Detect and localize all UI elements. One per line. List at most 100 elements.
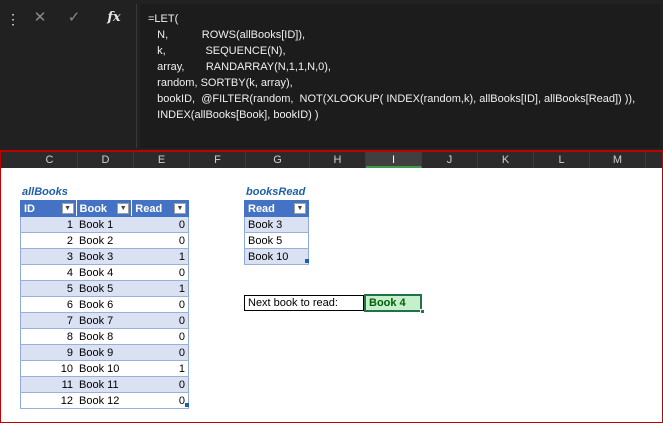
- column-header-g[interactable]: G: [246, 152, 310, 168]
- more-options-icon[interactable]: ⋮: [6, 12, 20, 26]
- cell-read[interactable]: 1: [131, 248, 189, 265]
- cell-id[interactable]: 5: [20, 280, 77, 297]
- cell-id[interactable]: 7: [20, 312, 77, 329]
- cell-id[interactable]: 11: [20, 376, 77, 393]
- column-header-j[interactable]: J: [422, 152, 478, 168]
- column-header-m[interactable]: M: [590, 152, 646, 168]
- column-header-i[interactable]: I: [366, 152, 422, 168]
- cell-book[interactable]: Book 7: [76, 312, 132, 329]
- cell-id[interactable]: 4: [20, 264, 77, 281]
- allbooks-header-book[interactable]: Book ▼: [75, 200, 133, 217]
- column-header-f[interactable]: F: [190, 152, 246, 168]
- fill-handle[interactable]: [420, 309, 425, 314]
- insert-function-icon[interactable]: fx: [104, 8, 124, 28]
- cell-book[interactable]: Book 11: [76, 376, 132, 393]
- filter-dropdown-icon[interactable]: ▼: [61, 203, 74, 214]
- cell-book[interactable]: Book 8: [76, 328, 132, 345]
- table-row: Book 3: [244, 216, 309, 233]
- column-header-e[interactable]: E: [134, 152, 190, 168]
- cancel-icon[interactable]: ✕: [30, 8, 50, 28]
- allbooks-header-id[interactable]: ID ▼: [20, 200, 77, 217]
- cell-read[interactable]: 1: [131, 280, 189, 297]
- column-header-d[interactable]: D: [78, 152, 134, 168]
- table-row: 12 Book 12 0: [20, 392, 189, 409]
- next-book-label[interactable]: Next book to read:: [244, 295, 364, 311]
- allbooks-table: ID ▼ Book ▼ Read ▼ 1 Book 1 0 2 Book 2 0…: [20, 200, 189, 409]
- formula-line: array, RANDARRAY(N,1,1,N,0),: [148, 61, 331, 73]
- cell-book[interactable]: Book 9: [76, 344, 132, 361]
- formula-line: =LET(: [148, 13, 179, 25]
- cell-read[interactable]: 0: [131, 392, 189, 409]
- allbooks-table-title: allBooks: [22, 186, 68, 198]
- cell-read[interactable]: 0: [131, 328, 189, 345]
- cell-book[interactable]: Book 10: [76, 360, 132, 377]
- table-row: 8 Book 8 0: [20, 328, 189, 345]
- booksread-header-read[interactable]: Read ▼: [244, 200, 309, 217]
- cell-read[interactable]: 0: [131, 344, 189, 361]
- cell-read[interactable]: 0: [131, 232, 189, 249]
- cell-book[interactable]: Book 1: [76, 216, 132, 233]
- cell-book[interactable]: Book 4: [76, 264, 132, 281]
- cell-read-book[interactable]: Book 10: [244, 248, 309, 265]
- cell-read[interactable]: 0: [131, 264, 189, 281]
- filter-dropdown-icon[interactable]: ▼: [174, 203, 186, 214]
- formula-input[interactable]: =LET( N, ROWS(allBooks[ID]), k, SEQUENCE…: [140, 4, 660, 148]
- formula-line: INDEX(allBooks[Book], bookID) ): [148, 109, 319, 121]
- booksread-table: Read ▼ Book 3 Book 5 Book 10: [244, 200, 309, 265]
- enter-icon[interactable]: ✓: [64, 8, 84, 28]
- table-row: 5 Book 5 1: [20, 280, 189, 297]
- formula-line: bookID, @FILTER(random, NOT(XLOOKUP( IND…: [148, 93, 636, 105]
- cell-id[interactable]: 10: [20, 360, 77, 377]
- cell-read[interactable]: 0: [131, 296, 189, 313]
- cell-read[interactable]: 0: [131, 216, 189, 233]
- header-label: Book: [79, 202, 108, 215]
- cell-book[interactable]: Book 5: [76, 280, 132, 297]
- cell-id[interactable]: 3: [20, 248, 77, 265]
- table-resize-handle[interactable]: [305, 259, 309, 263]
- formula-line: k, SEQUENCE(N),: [148, 45, 286, 57]
- cell-id[interactable]: 1: [20, 216, 77, 233]
- cell-read[interactable]: 1: [131, 360, 189, 377]
- cell-read-book[interactable]: Book 5: [244, 232, 309, 249]
- table-row: 9 Book 9 0: [20, 344, 189, 361]
- table-row: 1 Book 1 0: [20, 216, 189, 233]
- cell-book[interactable]: Book 2: [76, 232, 132, 249]
- cell-read[interactable]: 0: [131, 312, 189, 329]
- table-row: 11 Book 11 0: [20, 376, 189, 393]
- header-label: Read: [135, 202, 163, 215]
- column-header-h[interactable]: H: [310, 152, 366, 168]
- cell-id[interactable]: 2: [20, 232, 77, 249]
- table-row: 6 Book 6 0: [20, 296, 189, 313]
- column-header-c[interactable]: C: [22, 152, 78, 168]
- table-row: Book 10: [244, 248, 309, 265]
- cell-book[interactable]: Book 6: [76, 296, 132, 313]
- column-header-k[interactable]: K: [478, 152, 534, 168]
- column-header-l[interactable]: L: [534, 152, 590, 168]
- cell-read[interactable]: 0: [131, 376, 189, 393]
- table-row: 10 Book 10 1: [20, 360, 189, 377]
- table-resize-handle[interactable]: [185, 403, 189, 407]
- filter-dropdown-icon[interactable]: ▼: [117, 203, 130, 214]
- cell-id[interactable]: 9: [20, 344, 77, 361]
- booksread-table-title: booksRead: [246, 186, 306, 198]
- filter-dropdown-icon[interactable]: ▼: [294, 203, 306, 214]
- table-row: Book 5: [244, 232, 309, 249]
- column-header-bar: C D E F G H I J K L M: [1, 152, 662, 168]
- formula-bar-divider: [136, 4, 137, 148]
- cell-book[interactable]: Book 3: [76, 248, 132, 265]
- table-row: 2 Book 2 0: [20, 232, 189, 249]
- allbooks-header-read[interactable]: Read ▼: [131, 200, 189, 217]
- cell-id[interactable]: 12: [20, 392, 77, 409]
- header-label: Read: [248, 202, 275, 215]
- cell-id[interactable]: 8: [20, 328, 77, 345]
- formula-line: random, SORTBY(k, array),: [148, 77, 293, 89]
- formula-bar: ⋮ ✕ ✓ fx =LET( N, ROWS(allBooks[ID]), k,…: [0, 0, 663, 150]
- table-row: 4 Book 4 0: [20, 264, 189, 281]
- next-book-result-cell[interactable]: Book 4: [364, 294, 422, 312]
- table-row: 3 Book 3 1: [20, 248, 189, 265]
- table-row: 7 Book 7 0: [20, 312, 189, 329]
- cell-id[interactable]: 6: [20, 296, 77, 313]
- cell-read-book[interactable]: Book 3: [244, 216, 309, 233]
- cell-book[interactable]: Book 12: [76, 392, 132, 409]
- formula-line: N, ROWS(allBooks[ID]),: [148, 29, 306, 41]
